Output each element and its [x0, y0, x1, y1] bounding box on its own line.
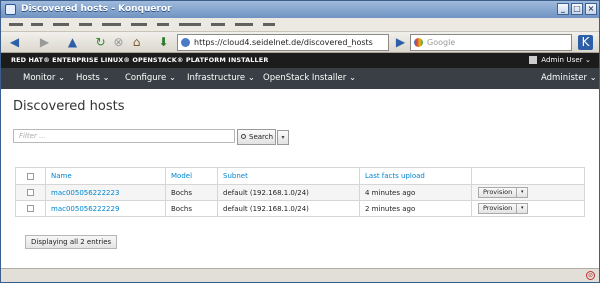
provision-button[interactable]: Provision — [478, 203, 518, 214]
host-subnet: default (192.168.1.0/24) — [217, 200, 360, 217]
table-row: mac005056222229 Bochs default (192.168.1… — [15, 200, 585, 217]
menu-item[interactable] — [263, 23, 275, 26]
filter-input[interactable]: Filter ... — [13, 129, 235, 143]
host-subnet: default (192.168.1.0/24) — [217, 184, 360, 201]
menu-item[interactable] — [9, 23, 23, 26]
main-nav: Monitor ⌄ Hosts ⌄ Configure ⌄ Infrastruc… — [1, 68, 599, 89]
row-actions: Provision ▾ — [471, 200, 585, 217]
column-header-model[interactable]: Model — [165, 167, 218, 185]
host-last-upload: 4 minutes ago — [359, 184, 472, 201]
forward-icon[interactable]: ▶ — [37, 35, 52, 50]
page-title: Discovered hosts — [13, 99, 125, 114]
column-header-name[interactable]: Name — [45, 167, 166, 185]
browser-window: Discovered hosts - Konqueror _ □ × ◀ ▶ ▲… — [0, 0, 600, 283]
search-dropdown-button[interactable]: ▾ — [277, 130, 289, 145]
maximize-icon[interactable]: □ — [571, 3, 583, 15]
product-header: RED HAT® ENTERPRISE LINUX® OPENSTACK® PL… — [1, 53, 599, 68]
nav-configure[interactable]: Configure ⌄ — [125, 68, 176, 89]
entries-count-button[interactable]: Displaying all 2 entries — [25, 235, 118, 249]
menu-item[interactable] — [79, 23, 92, 26]
nav-administer[interactable]: Administer ⌄ — [541, 68, 597, 89]
menu-item[interactable] — [31, 23, 43, 26]
column-header-subnet[interactable]: Subnet — [217, 167, 360, 185]
product-brand: RED HAT® ENTERPRISE LINUX® OPENSTACK® PL… — [11, 56, 269, 64]
stop-icon[interactable]: ⊗ — [111, 35, 126, 50]
search-field[interactable]: Google — [410, 34, 572, 51]
provision-button[interactable]: Provision — [478, 187, 518, 198]
menu-item[interactable] — [102, 23, 121, 26]
row-checkbox[interactable] — [27, 189, 34, 196]
browser-toolbar: ◀ ▶ ▲ ↻ ⊗ ⌂ ⬇ https://cloud4.seidelnet.d… — [1, 32, 599, 53]
provision-dropdown-button[interactable]: ▾ — [516, 187, 529, 198]
provision-dropdown-button[interactable]: ▾ — [516, 203, 529, 214]
table-row: mac005056222223 Bochs default (192.168.1… — [15, 184, 585, 201]
avatar — [529, 56, 537, 64]
nav-hosts[interactable]: Hosts ⌄ — [76, 68, 110, 89]
go-icon[interactable]: ▶ — [393, 35, 408, 50]
host-name: mac005056222223 — [45, 184, 166, 201]
close-icon[interactable]: × — [585, 3, 597, 15]
row-checkbox-cell — [15, 184, 46, 201]
table-header-row: Name Model Subnet Last facts upload — [15, 167, 585, 185]
host-name-link[interactable]: mac005056222229 — [51, 205, 119, 213]
window-title: Discovered hosts - Konqueror — [21, 4, 172, 14]
hosts-table: Name Model Subnet Last facts upload mac0… — [15, 167, 585, 217]
main-content: Discovered hosts Filter ... Search ▾ Nam… — [1, 89, 599, 268]
search-placeholder: Google — [427, 38, 456, 47]
menu-item[interactable] — [131, 23, 147, 26]
menu-item[interactable] — [53, 23, 69, 26]
host-model: Bochs — [165, 184, 218, 201]
menu-bar — [1, 18, 599, 32]
security-icon: ⊘ — [586, 271, 595, 280]
nav-monitor[interactable]: Monitor ⌄ — [23, 68, 65, 89]
back-icon[interactable]: ◀ — [7, 35, 22, 50]
host-model: Bochs — [165, 200, 218, 217]
search-button[interactable]: Search — [237, 129, 276, 145]
column-header-actions — [471, 167, 585, 185]
row-actions: Provision ▾ — [471, 184, 585, 201]
column-header-last-facts[interactable]: Last facts upload — [359, 167, 472, 185]
home-icon[interactable]: ⌂ — [129, 35, 144, 50]
favicon-icon — [181, 38, 190, 47]
nav-openstack-installer[interactable]: OpenStack Installer ⌄ — [263, 68, 356, 89]
status-bar: ⊘ — [1, 268, 599, 282]
select-all-checkbox[interactable] — [27, 172, 34, 180]
konqueror-icon — [5, 4, 16, 15]
menu-item[interactable] — [235, 23, 253, 26]
row-checkbox-cell — [15, 200, 46, 217]
minimize-icon[interactable]: _ — [557, 3, 569, 15]
row-checkbox[interactable] — [27, 205, 34, 212]
menu-item[interactable] — [179, 23, 201, 26]
host-name-link[interactable]: mac005056222223 — [51, 189, 119, 197]
download-icon[interactable]: ⬇ — [156, 35, 171, 50]
url-text: https://cloud4.seidelnet.de/discovered_h… — [194, 38, 373, 47]
host-name: mac005056222229 — [45, 200, 166, 217]
search-icon — [241, 134, 246, 139]
title-bar[interactable]: Discovered hosts - Konqueror _ □ × — [1, 1, 599, 18]
select-all-cell — [15, 167, 46, 185]
menu-item[interactable] — [211, 23, 225, 26]
host-last-upload: 2 minutes ago — [359, 200, 472, 217]
nav-infrastructure[interactable]: Infrastructure ⌄ — [187, 68, 255, 89]
google-icon — [414, 38, 423, 47]
reload-icon[interactable]: ↻ — [93, 35, 108, 50]
search-button-label: Search — [249, 133, 274, 141]
menu-item[interactable] — [157, 23, 169, 26]
user-menu[interactable]: Admin User ⌄ — [541, 53, 591, 68]
address-bar[interactable]: https://cloud4.seidelnet.de/discovered_h… — [177, 34, 389, 51]
kde-icon[interactable]: K — [578, 35, 593, 50]
up-icon[interactable]: ▲ — [65, 35, 80, 50]
